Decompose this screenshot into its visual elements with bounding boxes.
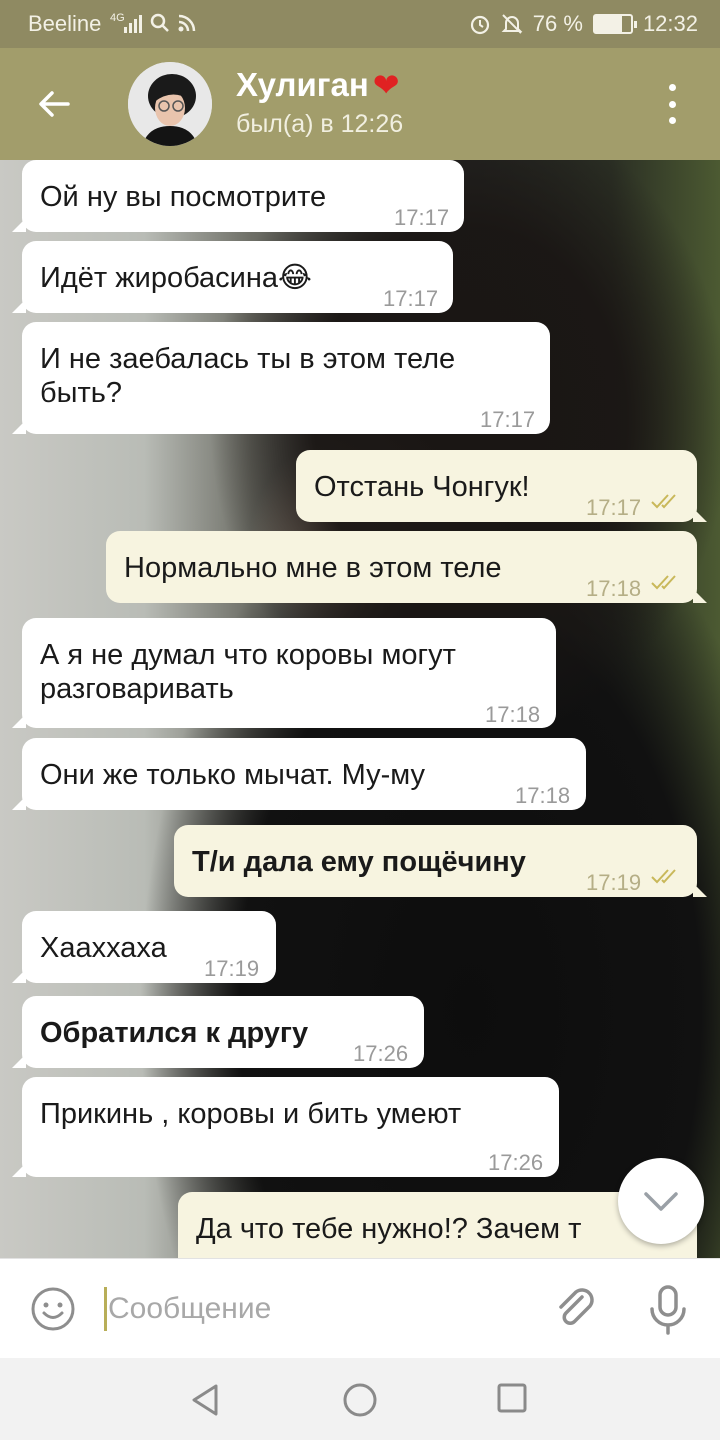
chat-header: Хулиган ❤ был(а) в 12:26	[0, 48, 720, 160]
message-text: Они же только мычат. Му-му	[40, 759, 426, 791]
message-bubble[interactable]: Отстань Чонгук! 17:17	[296, 450, 707, 522]
message-bubble[interactable]: Хааххаха 17:19	[12, 911, 276, 983]
contact-name[interactable]: Хулиган ❤	[236, 66, 400, 104]
avatar[interactable]	[128, 62, 212, 146]
message-text: Идёт жиробасина😂	[40, 262, 312, 294]
nav-home-icon[interactable]	[341, 1381, 379, 1419]
message-input[interactable]	[108, 1283, 528, 1335]
signal-icon	[124, 13, 142, 33]
message-text: Ой ну вы посмотрите	[40, 181, 327, 213]
message-text: Отстань Чонгук!	[314, 471, 530, 503]
message-time: 17:18	[515, 783, 571, 808]
clock: 12:32	[642, 11, 698, 36]
message-time: 17:18	[586, 576, 642, 601]
message-text: Нормально мне в этом теле	[124, 552, 502, 584]
message-bubble[interactable]: Идёт жиробасина😂 17:17	[12, 241, 453, 313]
message-time: 17:17	[394, 205, 450, 230]
message-text: Обратился к другу	[40, 1017, 309, 1049]
message-text: Т/и дала ему пощёчину	[192, 846, 526, 878]
chat-area[interactable]: Ой ну вы посмотрите 17:17 Идёт жиробасин…	[0, 160, 720, 1258]
message-text: Прикинь , коровы и бить умеют	[40, 1098, 462, 1130]
more-vert-icon[interactable]	[662, 84, 682, 124]
message-bubble[interactable]: Они же только мычат. Му-му 17:18	[12, 738, 586, 810]
nav-back-icon[interactable]	[188, 1382, 224, 1418]
paperclip-icon[interactable]	[552, 1285, 600, 1333]
scroll-to-bottom-button[interactable]	[618, 1158, 704, 1244]
message-bubble[interactable]: И не заебалась ты в этом теле быть? 17:1…	[12, 322, 550, 434]
rss-icon	[178, 14, 196, 32]
message-text: А я не думал что коровы могут разговарив…	[40, 639, 456, 705]
message-composer	[0, 1258, 720, 1358]
read-checkmarks-icon	[651, 575, 676, 590]
carrier-name: Beeline	[28, 11, 102, 36]
message-time: 17:18	[485, 702, 541, 727]
message-bubble[interactable]: А я не думал что коровы могут разговарив…	[12, 618, 556, 728]
message-time: 17:19	[586, 870, 642, 895]
alarm-icon	[470, 15, 489, 35]
message-text: Да что тебе нужно!? Зачем т	[196, 1213, 582, 1245]
emoji-icon[interactable]	[30, 1286, 76, 1332]
contact-name-text: Хулиган	[236, 66, 369, 103]
read-checkmarks-icon	[651, 869, 676, 884]
nav-recent-apps-icon[interactable]	[496, 1382, 528, 1414]
message-time: 17:17	[480, 407, 536, 432]
message-time: 17:19	[204, 956, 260, 981]
message-time: 17:26	[488, 1150, 544, 1175]
read-checkmarks-icon	[651, 494, 676, 509]
battery-percent: 76 %	[532, 11, 583, 36]
message-bubble[interactable]: Прикинь , коровы и бить умеют 17:26	[12, 1077, 559, 1177]
message-bubble[interactable]: Ой ну вы посмотрите 17:17	[12, 160, 464, 232]
network-type: 4G	[110, 12, 125, 24]
last-seen-status: был(а) в 12:26	[236, 110, 404, 138]
battery-icon	[592, 14, 637, 34]
message-bubble[interactable]: Обратился к другу 17:26	[12, 996, 424, 1068]
mute-icon	[501, 14, 523, 34]
heart-emoji: ❤	[372, 67, 400, 103]
text-cursor	[104, 1287, 107, 1331]
chevron-down-icon	[644, 1192, 678, 1211]
message-time: 17:26	[353, 1041, 409, 1066]
system-navigation-bar	[0, 1358, 720, 1440]
back-arrow-icon[interactable]	[34, 84, 74, 124]
message-time: 17:17	[383, 286, 439, 311]
microphone-icon[interactable]	[646, 1283, 690, 1337]
message-bubble[interactable]: Т/и дала ему пощёчину 17:19	[174, 825, 707, 897]
status-bar: Beeline 4G 76 % 12:32	[0, 0, 720, 48]
message-bubble[interactable]: Нормально мне в этом теле 17:18	[106, 531, 707, 603]
message-text: И не заебалась ты в этом теле быть?	[40, 343, 456, 409]
message-time: 17:17	[586, 495, 642, 520]
message-text: Хааххаха	[40, 932, 167, 964]
search-icon	[150, 13, 169, 32]
